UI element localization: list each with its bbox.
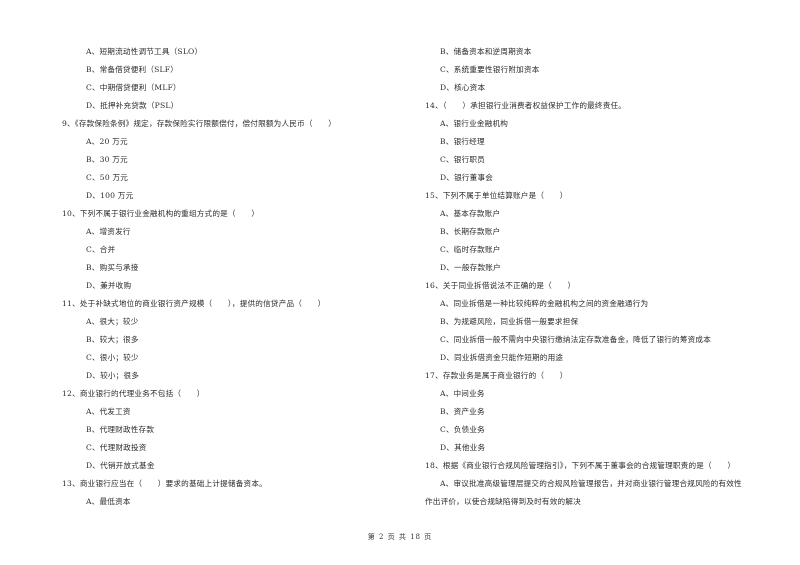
question-stem: 13、商业银行应当在（ ）要求的基础上计提储备资本。 (62, 479, 267, 488)
question-stem: 10、下列不属于银行业金融机构的重组方式的是（ ） (62, 209, 260, 218)
answer-option: A、银行业金融机构 (440, 119, 509, 128)
answer-option: D、抵押补充贷款（PSL） (86, 101, 179, 110)
answer-option: A、中间业务 (440, 389, 485, 398)
question-stem: 9、《存款保险条例》规定，存款保险实行限额偿付，偿付限额为人民币（ ） (62, 119, 337, 128)
question-stem: 12、商业银行的代理业务不包括（ ） (62, 389, 205, 398)
question-stem: 16、关于同业拆借说法不正确的是（ ） (425, 281, 576, 290)
answer-option: D、银行董事会 (440, 173, 494, 182)
answer-option: C、50 万元 (86, 173, 129, 182)
question-stem: 18、根据《商业银行合规风险管理指引》，下列不属于董事会的合规管理职责的是（ ） (425, 461, 736, 470)
answer-option: D、100 万元 (86, 191, 134, 200)
right-column: B、储备资本和逆周期资本 C、系统重要性银行附加资本 D、核心资本 14、（ ）承担银… (425, 43, 775, 511)
answer-option: B、为规避风险，同业拆借一般要求担保 (440, 317, 579, 326)
document-page: A、短期流动性调节工具（SLO） B、常备借贷便利（SLF） C、中期借贷便利（ML… (0, 0, 800, 565)
answer-option: A、20 万元 (86, 137, 128, 146)
answer-option: A、同业拆借是一种比较纯粹的金融机构之间的资金融通行为 (440, 299, 649, 308)
answer-option: B、常备借贷便利（SLF） (86, 65, 179, 74)
question-stem: 17、存款业务是属于商业银行的（ ） (425, 371, 568, 380)
page-number-footer: 第 2 页 共 18 页 (367, 533, 433, 541)
text-continuation: 作出评价，以使合规缺陷得到及时有效的解决 (425, 497, 581, 506)
answer-option: A、最低资本 (86, 497, 131, 506)
answer-option: C、中期借贷便利（MLF） (86, 83, 181, 92)
answer-option: D、核心资本 (440, 83, 486, 92)
answer-option: B、30 万元 (86, 155, 128, 164)
answer-option: B、资产业务 (440, 407, 485, 416)
answer-option: B、储备资本和逆周期资本 (440, 47, 532, 56)
answer-option: C、很小；较少 (86, 353, 139, 362)
answer-option: B、代理财政性存款 (86, 425, 155, 434)
answer-option: D、较小；很多 (86, 371, 140, 380)
answer-option: B、银行经理 (440, 137, 485, 146)
answer-option: D、兼并收购 (86, 281, 132, 290)
answer-option: C、负债业务 (440, 425, 485, 434)
answer-option: B、长期存款账户 (440, 227, 501, 236)
answer-option: D、代销开放式基金 (86, 461, 155, 470)
answer-option: C、同业拆借一般不需向中央银行缴纳法定存款准备金，降低了银行的筹资成本 (440, 335, 711, 344)
answer-option: D、同业拆借资金只能作短期的用途 (440, 353, 564, 362)
answer-option: C、代理财政投资 (86, 443, 147, 452)
answer-option: C、合并 (86, 245, 116, 254)
answer-option: D、一般存款账户 (440, 263, 501, 272)
answer-option: A、短期流动性调节工具（SLO） (86, 47, 203, 56)
answer-option: B、购买与承接 (86, 263, 139, 272)
answer-option: A、增资发行 (86, 227, 131, 236)
answer-option: C、临时存款账户 (440, 245, 501, 254)
answer-option: D、其他业务 (440, 443, 486, 452)
answer-option: B、较大；很多 (86, 335, 139, 344)
question-stem: 11、处于补缺式地位的商业银行资产规模（ ），提供的信贷产品（ ） (62, 299, 326, 308)
question-stem: 14、（ ）承担银行业消费者权益保护工作的最终责任。 (425, 101, 627, 110)
left-column: A、短期流动性调节工具（SLO） B、常备借贷便利（SLF） C、中期借贷便利（ML… (62, 43, 402, 511)
answer-option: A、代发工资 (86, 407, 131, 416)
answer-option: A、基本存款账户 (440, 209, 501, 218)
question-stem: 15、下列不属于单位结算账户是（ ） (425, 191, 568, 200)
answer-option: C、系统重要性银行附加资本 (440, 65, 540, 74)
answer-option: A、审议批准高级管理层提交的合规风险管理报告，并对商业银行管理合规风险的有效性 (440, 479, 742, 488)
answer-option: A、很大；较少 (86, 317, 139, 326)
answer-option: C、银行职员 (440, 155, 485, 164)
